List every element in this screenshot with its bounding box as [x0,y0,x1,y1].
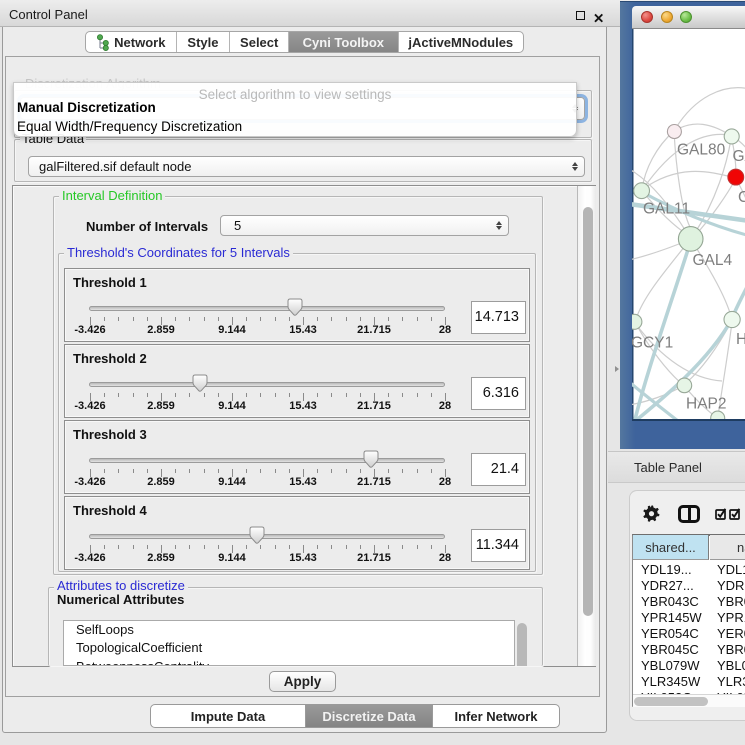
svg-text:GAL11: GAL11 [643,201,690,218]
svg-text:GAL4: GAL4 [693,252,733,269]
svg-text:C: C [738,189,745,206]
svg-text:GAL80: GAL80 [677,142,726,159]
svg-text:GCY1: GCY1 [632,335,673,352]
svg-text:H: H [736,331,745,348]
svg-text:GA: GA [733,148,745,165]
svg-text:HAP2: HAP2 [686,396,727,413]
